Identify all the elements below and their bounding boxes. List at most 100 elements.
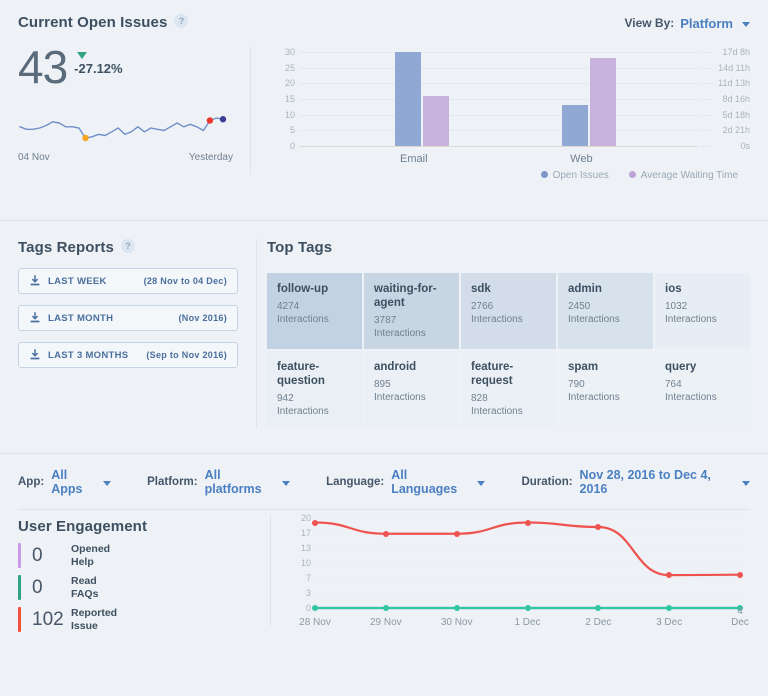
- question-mark-icon[interactable]: ?: [174, 13, 189, 28]
- line-point-read-faqs[interactable]: [666, 605, 673, 611]
- chevron-down-icon[interactable]: [742, 480, 750, 486]
- report-button-label: LAST MONTH: [48, 312, 114, 324]
- line-point-reported-issue[interactable]: [666, 572, 673, 579]
- filter-value[interactable]: All platforms: [205, 468, 279, 496]
- filter-value[interactable]: All Languages: [391, 468, 474, 496]
- tag-count: 828 Interactions: [471, 393, 523, 417]
- bar-email-open-issues[interactable]: [394, 52, 421, 146]
- line-chart-x-label: 30 Nov: [440, 617, 473, 628]
- tag-cell[interactable]: spam 790 Interactions: [558, 351, 653, 428]
- filter-label: Duration:: [521, 476, 573, 488]
- line-point-reported-issue[interactable]: [737, 571, 743, 578]
- line-chart-x-label: 28 Nov: [299, 617, 331, 628]
- line-chart-y-tick: 7: [305, 573, 311, 583]
- line-chart-plot: 20 17 13 10 7 3 0 28 Nov 29 Nov 30 Nov 1 Dec 2 Dec 3…: [299, 513, 749, 628]
- line-point-reported-issue[interactable]: [312, 519, 318, 526]
- gridline: [299, 52, 698, 53]
- bar-chart-y-tick: 25: [284, 62, 295, 73]
- bar-web-open-issues[interactable]: [562, 105, 589, 146]
- view-by-value[interactable]: Platform: [680, 16, 733, 31]
- tag-cell[interactable]: sdk 2766 Interactions: [461, 273, 556, 350]
- line-point-reported-issue[interactable]: [595, 524, 602, 530]
- metric-color-bar: [18, 607, 21, 632]
- metric-label: Read FAQs: [71, 575, 99, 600]
- bar-chart-x-label: Email: [400, 153, 428, 165]
- question-mark-icon[interactable]: ?: [120, 238, 135, 253]
- filter-label: App:: [18, 476, 45, 488]
- bar-email-avg-waiting-time[interactable]: [422, 95, 449, 146]
- report-button-last-month[interactable]: LAST MONTH (Nov 2016): [18, 305, 238, 331]
- line-chart-y-tick: 13: [300, 543, 311, 553]
- axis-tick: [700, 99, 712, 100]
- user-engagement-panel: User Engagement 0 Opened Help 0 Read FAQs 102 R…: [0, 510, 768, 660]
- sparkline-marker-current[interactable]: [219, 115, 227, 123]
- filter-platform[interactable]: Platform: All platforms: [147, 468, 291, 496]
- line-point-reported-issue[interactable]: [453, 530, 460, 537]
- filter-app[interactable]: App: All Apps: [18, 468, 112, 496]
- filter-duration[interactable]: Duration: Nov 28, 2016 to Dec 4, 2016: [521, 468, 750, 496]
- line-chart-y-tick: 10: [300, 558, 311, 568]
- metric-label: Reported Issue: [71, 607, 118, 632]
- tag-cell[interactable]: follow-up 4274 Interactions: [267, 273, 362, 350]
- axis-tick: [700, 83, 712, 85]
- tag-cell[interactable]: ios 1032 Interactions: [655, 273, 750, 350]
- gridline: [299, 114, 698, 116]
- platform-bar-chart: 30 17d 8h 25 14d 11h 20 11d 13h 15 8d 16h 10 5d 1…: [251, 46, 750, 181]
- bar-group-email: [394, 52, 449, 146]
- metric-label: Opened Help: [71, 543, 111, 568]
- report-button-last-3-months[interactable]: LAST 3 MONTHS (Sep to Nov 2016): [18, 342, 238, 368]
- tag-cell[interactable]: android 895 Interactions: [364, 351, 459, 428]
- line-point-read-faqs[interactable]: [524, 605, 531, 611]
- tag-count: 942 Interactions: [277, 393, 329, 417]
- line-point-read-faqs[interactable]: [595, 605, 602, 611]
- line-point-read-faqs[interactable]: [312, 605, 318, 611]
- legend-dot-icon: [628, 171, 636, 178]
- tag-name: feature-question: [277, 361, 325, 388]
- line-chart-x-label: 2 Dec: [585, 617, 612, 628]
- line-chart-y-tick: 0: [305, 603, 311, 613]
- bar-chart-y-tick: 20: [284, 78, 295, 89]
- chevron-down-icon[interactable]: [742, 21, 750, 27]
- view-by-control[interactable]: View By: Platform: [624, 16, 750, 31]
- bar-group-web: [562, 52, 617, 146]
- tag-name: android: [374, 361, 417, 374]
- line-chart-y-tick: 20: [300, 513, 311, 523]
- user-engagement-metrics: 0 Opened Help 0 Read FAQs 102 Reported Issue: [18, 543, 270, 632]
- filter-value[interactable]: Nov 28, 2016 to Dec 4, 2016: [580, 468, 739, 496]
- tag-name: feature-request: [471, 361, 514, 388]
- line-point-reported-issue[interactable]: [382, 530, 389, 537]
- report-button-range: (28 Nov to 04 Dec): [143, 276, 227, 286]
- kpi-delta: -27.12%: [74, 61, 123, 76]
- bar-chart-y-tick: 5: [289, 125, 295, 136]
- line-point-read-faqs[interactable]: [382, 605, 389, 611]
- metric-value: 0: [32, 544, 43, 566]
- tag-name: query: [665, 361, 697, 374]
- metric-value: 0: [32, 576, 43, 598]
- chevron-down-icon[interactable]: [103, 480, 112, 486]
- tag-cell[interactable]: waiting-for-agent 3787 Interactions: [364, 273, 459, 350]
- legend-item-open-issues[interactable]: Open Issues: [540, 170, 609, 181]
- report-buttons-list: LAST WEEK (28 Nov to 04 Dec) LAST MONTH (No…: [18, 268, 238, 368]
- filter-language[interactable]: Language: All Languages: [326, 468, 486, 496]
- report-button-last-week[interactable]: LAST WEEK (28 Nov to 04 Dec): [18, 268, 238, 294]
- bar-web-avg-waiting-time[interactable]: [590, 58, 617, 146]
- tag-cell[interactable]: admin 2450 Interactions: [558, 273, 653, 350]
- tag-name: follow-up: [277, 283, 329, 295]
- chevron-down-icon[interactable]: [282, 480, 291, 486]
- download-icon: [30, 275, 40, 286]
- sparkline-marker-latest-high[interactable]: [206, 116, 214, 124]
- top-tags-section: Top Tags follow-up 4274 Interactions waitin…: [257, 221, 768, 453]
- line-point-reported-issue[interactable]: [524, 519, 531, 526]
- open-issues-panel: Current Open Issues? View By: Platform 4…: [0, 0, 768, 220]
- tag-cell[interactable]: feature-request 828 Interactions: [461, 351, 556, 428]
- tag-cell[interactable]: feature-question 942 Interactions: [267, 351, 362, 428]
- metric-value: 102: [32, 608, 64, 630]
- filter-value[interactable]: All Apps: [51, 468, 100, 496]
- tags-reports-section: Tags Reports? LAST WEEK (28 Nov to 04 Dec…: [0, 221, 256, 453]
- legend-item-avg-waiting-time[interactable]: Average Waiting Time: [628, 170, 738, 181]
- chevron-down-icon[interactable]: [477, 480, 486, 486]
- sparkline-marker-minimum[interactable]: [82, 134, 89, 141]
- tag-cell[interactable]: query 764 Interactions: [655, 351, 750, 428]
- line-point-read-faqs[interactable]: [453, 605, 460, 611]
- view-by-label: View By:: [624, 16, 675, 30]
